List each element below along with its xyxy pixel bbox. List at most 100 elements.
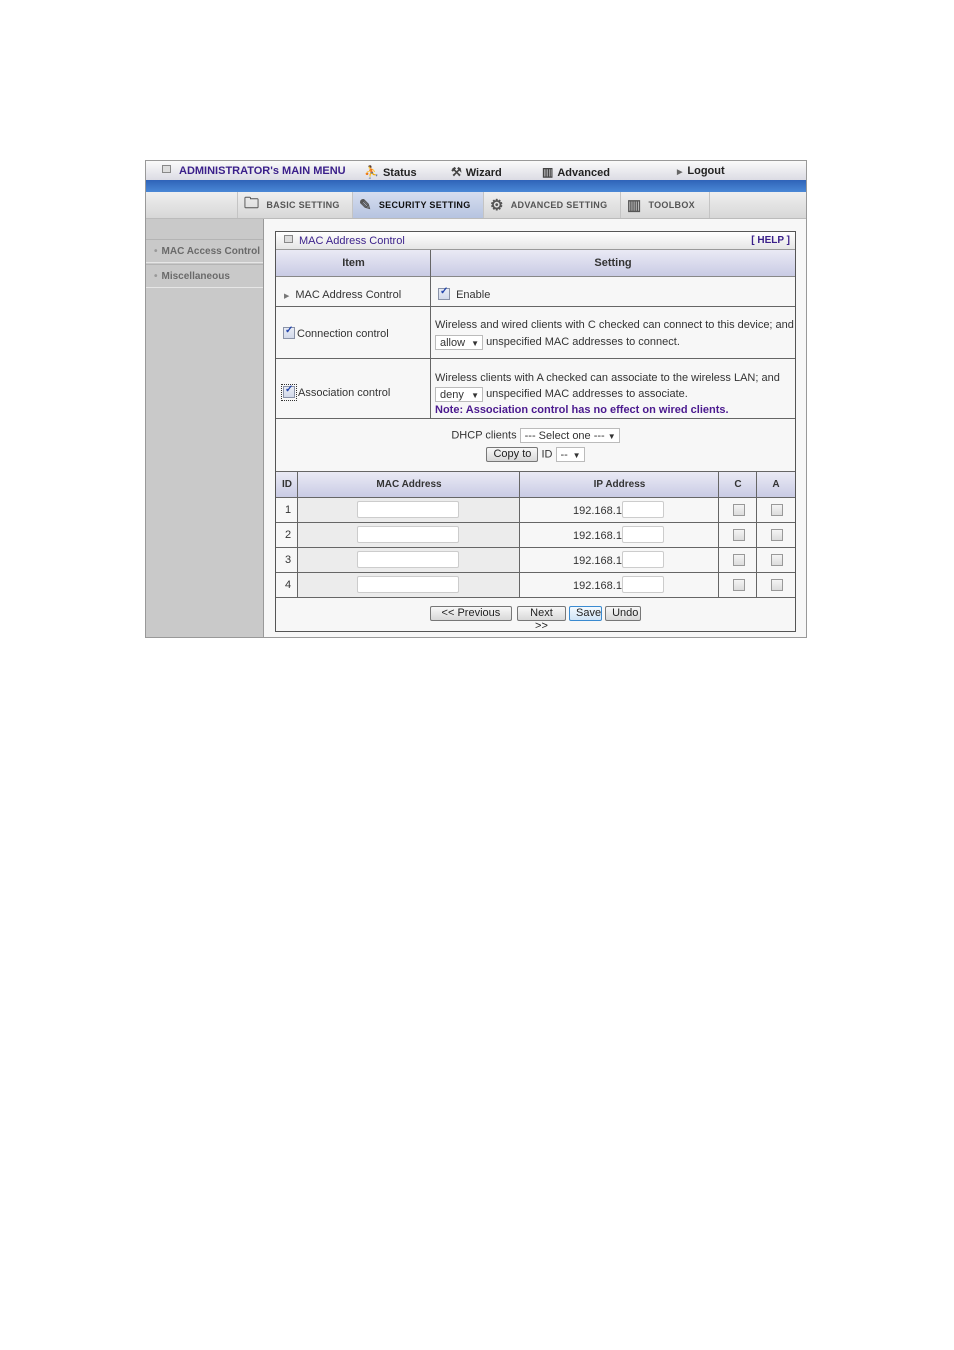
panel-title: MAC Address Control bbox=[284, 235, 405, 247]
dhcp-clients-row: DHCP clients --- Select one --- ▼ bbox=[276, 428, 795, 443]
copy-to-button[interactable]: Copy to bbox=[486, 447, 539, 462]
mac-address-input[interactable] bbox=[357, 551, 459, 568]
mac-address-input[interactable] bbox=[357, 501, 459, 518]
dhcp-clients-value: --- Select one --- bbox=[524, 430, 605, 442]
menu-logout-label: Logout bbox=[687, 165, 725, 177]
copy-to-id-select[interactable]: -- ▼ bbox=[555, 447, 585, 462]
bullet-icon: • bbox=[154, 271, 158, 282]
next-button[interactable]: Next >> bbox=[516, 606, 566, 632]
row-id: 3 bbox=[285, 554, 292, 566]
c-column-header: C bbox=[734, 479, 742, 490]
connection-control-checkbox[interactable] bbox=[283, 325, 295, 339]
wizard-icon: ⚒ bbox=[451, 165, 462, 179]
id-label: ID bbox=[541, 448, 553, 461]
arrow-right-icon: ▶ bbox=[677, 169, 683, 176]
connection-description-2: unspecified MAC addresses to connect. bbox=[486, 336, 680, 348]
tab-basic-setting[interactable]: 🗀 BASIC SETTING bbox=[237, 192, 352, 218]
sidebar-item-label: MAC Access Control bbox=[161, 246, 261, 257]
a-checkbox[interactable] bbox=[771, 554, 783, 566]
menu-wizard[interactable]: ⚒ Wizard bbox=[451, 165, 502, 179]
main-menu-bar: ADMINISTRATOR's MAIN MENU ⛹ Status ⚒ Wizar… bbox=[146, 161, 806, 180]
main-menu-title: ADMINISTRATOR's MAIN MENU bbox=[162, 165, 346, 177]
association-policy-value: deny bbox=[440, 388, 464, 401]
tab-security-setting-label: SECURITY SETTING bbox=[378, 200, 471, 210]
status-icon: ⛹ bbox=[364, 165, 379, 179]
c-checkbox[interactable] bbox=[733, 529, 745, 541]
security-icon: ✎ bbox=[359, 197, 372, 214]
gear-icon: ⚙ bbox=[490, 197, 504, 214]
ip-prefix: 192.168.1. bbox=[573, 530, 625, 542]
column-divider bbox=[756, 472, 757, 598]
tab-bar: 🗀 BASIC SETTING ✎ SECURITY SETTING ⚙ ADVANC… bbox=[146, 192, 806, 219]
bullet-icon: • bbox=[154, 246, 158, 257]
association-note: Note: Association control has no effect … bbox=[435, 404, 729, 416]
c-checkbox[interactable] bbox=[733, 579, 745, 591]
column-divider bbox=[519, 472, 520, 598]
copy-to-row: Copy to ID -- ▼ bbox=[276, 447, 795, 462]
sidebar-item-label: Miscellaneous bbox=[161, 271, 230, 282]
dhcp-clients-select[interactable]: --- Select one --- ▼ bbox=[519, 428, 620, 443]
chevron-down-icon: ▼ bbox=[471, 390, 479, 400]
association-control-item bbox=[281, 384, 297, 401]
ip-suffix-input[interactable] bbox=[622, 526, 664, 543]
ip-suffix-input[interactable] bbox=[622, 501, 664, 518]
router-admin-window: ADMINISTRATOR's MAIN MENU ⛹ Status ⚒ Wizar… bbox=[145, 160, 807, 638]
panel-header: MAC Address Control [ HELP ] bbox=[276, 232, 795, 250]
connection-control-item: Connection control bbox=[283, 325, 389, 340]
previous-button[interactable]: << Previous bbox=[429, 606, 512, 621]
menu-wizard-label: Wizard bbox=[465, 167, 502, 179]
a-checkbox[interactable] bbox=[771, 504, 783, 516]
ip-column-header: IP Address bbox=[593, 479, 646, 490]
association-policy-select[interactable]: deny ▼ bbox=[435, 386, 483, 402]
tab-toolbox[interactable]: ▥ TOOLBOX bbox=[620, 192, 710, 218]
tab-security-setting[interactable]: ✎ SECURITY SETTING bbox=[352, 192, 483, 218]
ip-suffix-input[interactable] bbox=[622, 551, 664, 568]
a-checkbox[interactable] bbox=[771, 529, 783, 541]
tab-toolbox-label: TOOLBOX bbox=[648, 200, 695, 210]
menu-logout[interactable]: ▶ Logout bbox=[677, 165, 725, 177]
menu-advanced-label: Advanced bbox=[557, 167, 610, 179]
a-checkbox[interactable] bbox=[771, 579, 783, 591]
row-divider bbox=[276, 306, 795, 307]
row-divider bbox=[276, 497, 795, 498]
dhcp-clients-label: DHCP clients bbox=[451, 429, 517, 442]
save-button[interactable]: Save bbox=[569, 606, 603, 621]
mac-control-item: ▶ MAC Address Control bbox=[284, 289, 401, 301]
mac-address-control-panel: MAC Address Control [ HELP ] Item Settin… bbox=[275, 231, 796, 632]
association-control-checkbox[interactable] bbox=[283, 384, 295, 398]
undo-button[interactable]: Undo bbox=[605, 606, 642, 621]
c-checkbox[interactable] bbox=[733, 504, 745, 516]
ip-prefix: 192.168.1. bbox=[573, 580, 625, 592]
mac-address-input[interactable] bbox=[357, 576, 459, 593]
association-control-label: Association control bbox=[298, 387, 391, 399]
menu-advanced[interactable]: ▥ Advanced bbox=[542, 165, 610, 179]
mac-control-label: MAC Address Control bbox=[295, 289, 402, 301]
connection-policy-select[interactable]: allow ▼ bbox=[435, 334, 483, 350]
help-link[interactable]: [ HELP ] bbox=[751, 235, 790, 246]
a-column-header: A bbox=[772, 479, 780, 490]
folder-icon: 🗀 bbox=[244, 194, 260, 212]
menu-square-icon bbox=[162, 165, 171, 173]
tab-advanced-setting[interactable]: ⚙ ADVANCED SETTING bbox=[483, 192, 620, 218]
mac-address-input[interactable] bbox=[357, 526, 459, 543]
association-control-setting: Wireless clients with A checked can asso… bbox=[435, 370, 795, 418]
connection-policy-value: allow bbox=[440, 336, 466, 349]
toolbox-icon: ▥ bbox=[627, 197, 642, 214]
sidebar-item-miscellaneous[interactable]: • Miscellaneous bbox=[146, 264, 263, 288]
row-id: 1 bbox=[285, 504, 292, 516]
enable-checkbox[interactable] bbox=[438, 286, 450, 300]
menu-status[interactable]: ⛹ Status bbox=[364, 165, 417, 179]
sidebar-item-mac-access-control[interactable]: • MAC Access Control bbox=[146, 239, 263, 263]
c-checkbox[interactable] bbox=[733, 554, 745, 566]
row-id: 2 bbox=[285, 529, 292, 541]
navigation-buttons: << Previous Next >> Save Undo bbox=[276, 606, 795, 632]
connection-control-setting: Wireless and wired clients with C checke… bbox=[435, 317, 795, 351]
ip-suffix-input[interactable] bbox=[622, 576, 664, 593]
chevron-down-icon: ▼ bbox=[607, 432, 616, 441]
item-header: Item bbox=[342, 257, 365, 269]
column-divider bbox=[430, 250, 431, 418]
row-divider bbox=[276, 358, 795, 359]
chevron-down-icon: ▼ bbox=[471, 338, 479, 348]
settings-header-row: Item Setting bbox=[276, 250, 795, 277]
row-divider bbox=[276, 418, 795, 419]
